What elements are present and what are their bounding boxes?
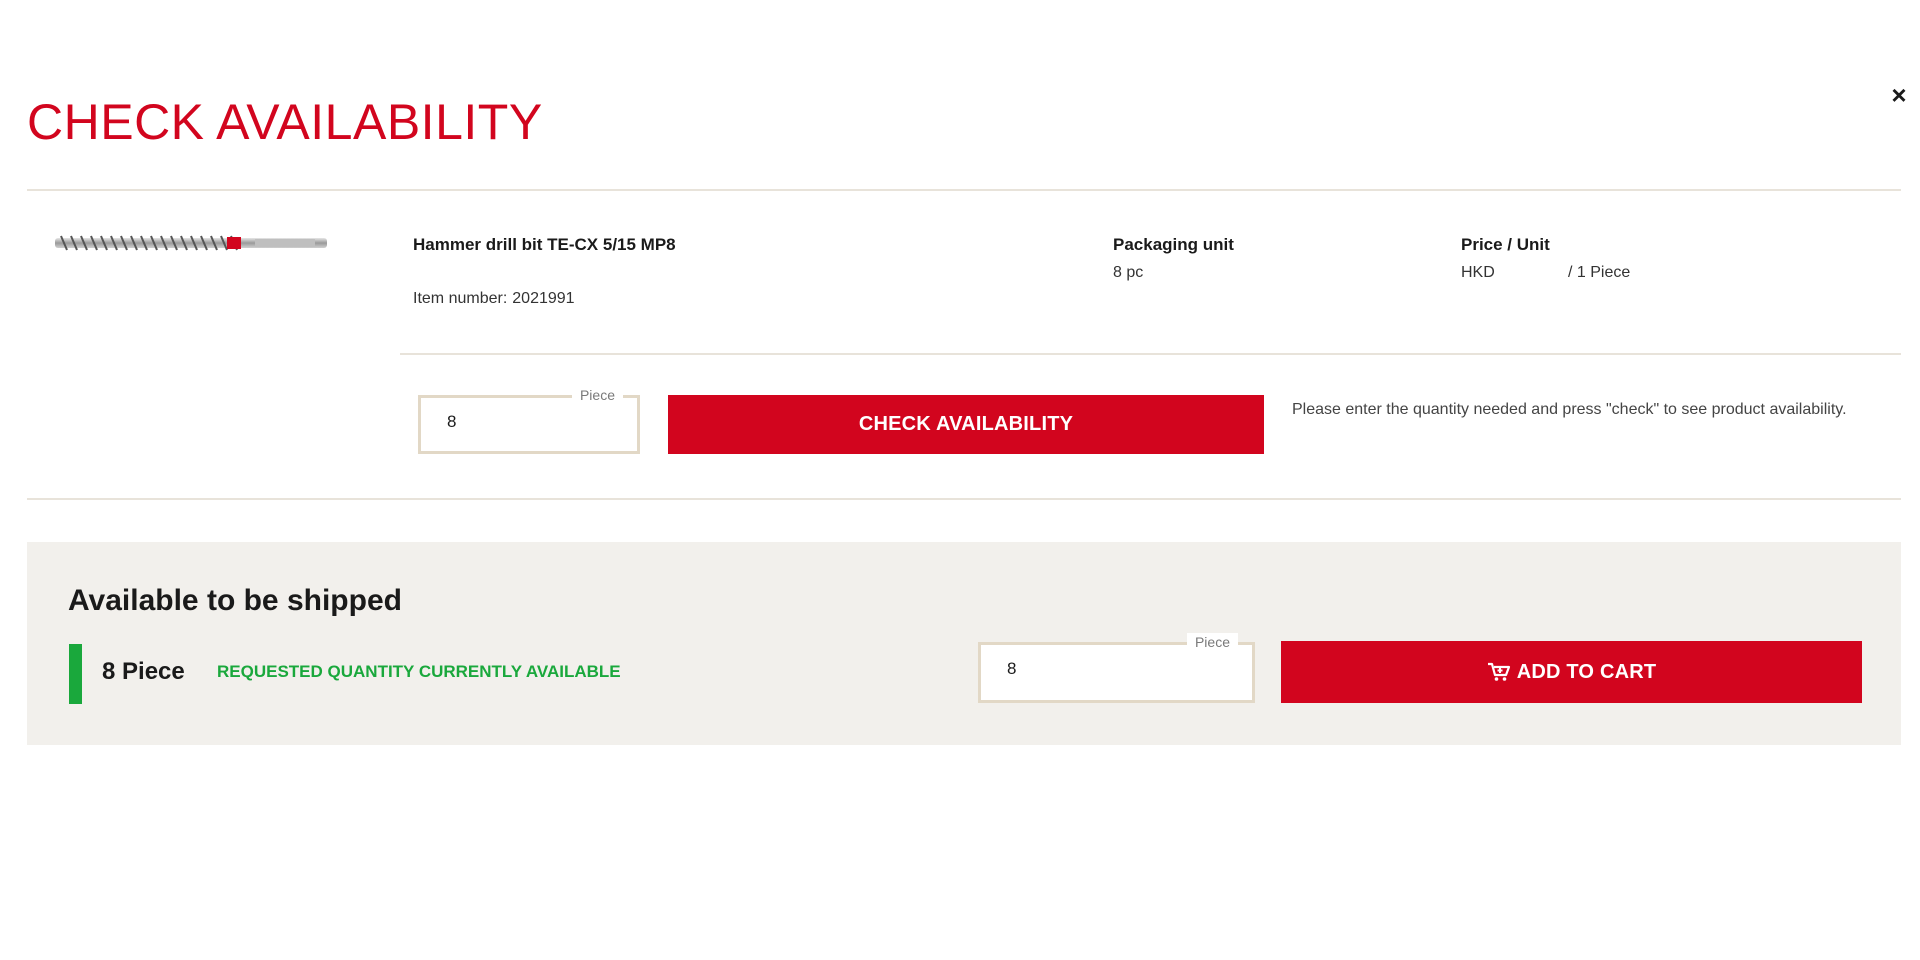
item-number-value: 2021991 [512,290,575,307]
availability-status-bar [69,644,82,704]
cart-quantity-input[interactable] [1007,659,1127,679]
product-divider [400,353,1901,355]
cart-icon [1487,662,1510,681]
add-to-cart-button[interactable]: ADD TO CART [1281,641,1862,703]
cart-quantity-unit-label: Piece [1186,633,1238,651]
product-name[interactable]: Hammer drill bit TE-CX 5/15 MP8 [413,235,676,255]
add-to-cart-label: ADD TO CART [1516,660,1657,683]
available-quantity: 8 Piece [102,658,185,685]
item-number-label: Item number: [413,290,508,307]
packaging-unit-value: 8 pc [1113,264,1144,281]
close-button[interactable]: × [1886,82,1912,108]
quantity-unit-label: Piece [571,386,623,404]
check-availability-modal: CHECK AVAILABILITY × Hammer drill bit TE… [0,0,1920,960]
price-unit-label: Price / Unit [1461,235,1550,254]
availability-heading: Available to be shipped [68,584,402,617]
drill-bit-image [55,235,327,251]
price-currency: HKD [1461,264,1495,281]
quantity-field[interactable]: Piece [418,386,640,454]
price-unit: / 1 Piece [1568,264,1631,281]
packaging-unit-label: Packaging unit [1113,235,1234,254]
middle-divider [27,498,1901,500]
close-icon: × [1891,80,1907,110]
availability-panel: Available to be shipped 8 Piece REQUESTE… [27,542,1901,745]
item-number: Item number: 2021991 [413,290,575,308]
help-text: Please enter the quantity needed and pre… [1292,401,1847,418]
cart-quantity-field[interactable]: Piece [978,633,1255,703]
availability-status: REQUESTED QUANTITY CURRENTLY AVAILABLE [217,662,621,681]
modal-title: CHECK AVAILABILITY [27,94,543,150]
top-divider [27,189,1901,191]
check-availability-button[interactable]: CHECK AVAILABILITY [668,395,1264,454]
quantity-input[interactable] [447,412,567,432]
